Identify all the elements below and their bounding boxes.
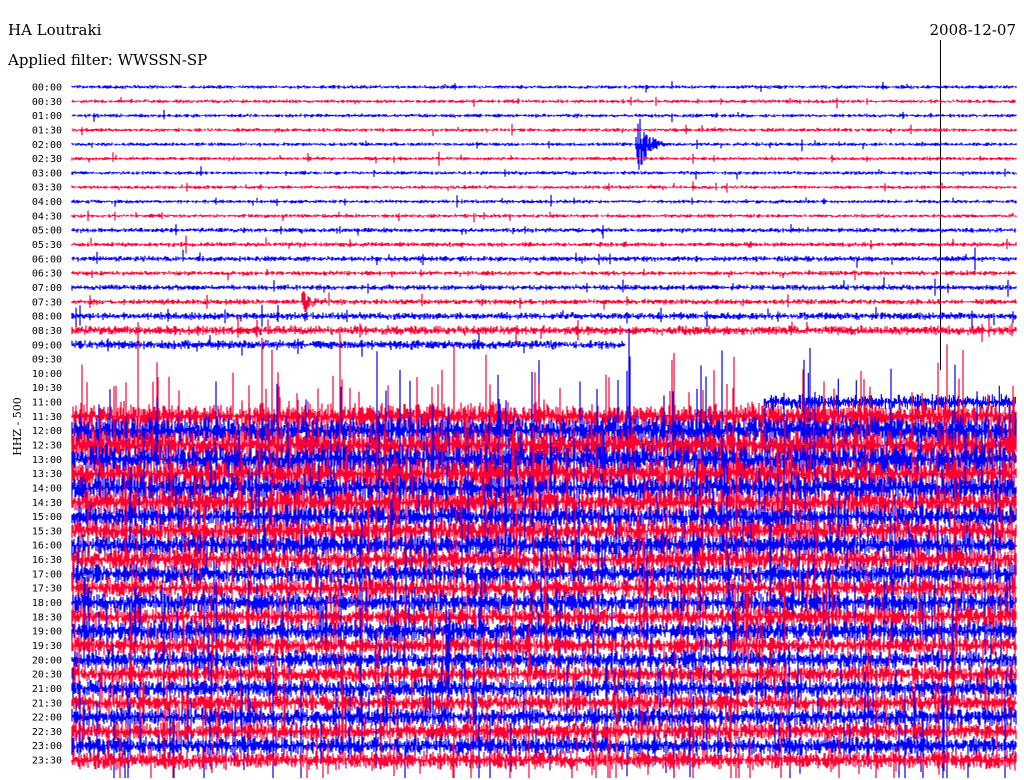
row-label: 21:00 bbox=[32, 684, 62, 695]
row-label: 16:30 bbox=[32, 555, 62, 566]
row-label: 15:30 bbox=[32, 526, 62, 537]
row-label: 05:00 bbox=[32, 226, 62, 237]
row-label: 11:30 bbox=[32, 412, 62, 423]
row-label: 08:30 bbox=[32, 326, 62, 337]
row-label: 01:00 bbox=[32, 111, 62, 122]
row-label: 00:30 bbox=[32, 97, 62, 108]
row-label: 04:00 bbox=[32, 197, 62, 208]
row-label: 22:30 bbox=[32, 727, 62, 738]
row-label: 18:00 bbox=[32, 598, 62, 609]
row-label: 19:00 bbox=[32, 627, 62, 638]
trace-0430 bbox=[71, 210, 1017, 223]
row-label: 05:30 bbox=[32, 240, 62, 251]
row-label: 04:30 bbox=[32, 211, 62, 222]
row-label: 22:00 bbox=[32, 713, 62, 724]
row-label: 23:00 bbox=[32, 741, 62, 752]
row-label: 03:30 bbox=[32, 183, 62, 194]
trace-0600 bbox=[71, 247, 1017, 271]
row-label: 03:00 bbox=[32, 168, 62, 179]
row-label: 11:00 bbox=[32, 398, 62, 409]
trace-0300 bbox=[71, 166, 1017, 180]
row-label: 19:30 bbox=[32, 641, 62, 652]
row-label: 23:30 bbox=[32, 756, 62, 767]
row-label: 16:00 bbox=[32, 541, 62, 552]
row-label: 13:00 bbox=[32, 455, 62, 466]
row-label: 00:00 bbox=[32, 83, 62, 94]
seismogram-traces: 00:00 00:30 01:00 01:30 02:00 02:30 03:00 03:30… bbox=[32, 40, 1017, 778]
row-label: 17:00 bbox=[32, 569, 62, 580]
row-label: 18:30 bbox=[32, 612, 62, 623]
row-label: 21:30 bbox=[32, 698, 62, 709]
helicorder-plot: HA Loutraki Applied filter: WWSSN-SP 200… bbox=[0, 0, 1024, 780]
row-label: 01:30 bbox=[32, 125, 62, 136]
row-label: 17:30 bbox=[32, 584, 62, 595]
row-label: 06:00 bbox=[32, 254, 62, 265]
row-label: 12:30 bbox=[32, 441, 62, 452]
row-label: 08:00 bbox=[32, 312, 62, 323]
row-label: 09:00 bbox=[32, 340, 62, 351]
trace-0130 bbox=[71, 124, 1017, 136]
trace-0900 bbox=[71, 332, 626, 357]
trace-0230 bbox=[71, 151, 1017, 166]
trace-0530 bbox=[71, 235, 1017, 254]
trace-0100 bbox=[71, 109, 1017, 123]
row-label: 20:00 bbox=[32, 655, 62, 666]
row-label: 07:30 bbox=[32, 297, 62, 308]
row-label: 13:30 bbox=[32, 469, 62, 480]
row-label: 15:00 bbox=[32, 512, 62, 523]
trace-0200 bbox=[71, 118, 1017, 170]
row-label: 14:30 bbox=[32, 498, 62, 509]
row-label: 02:30 bbox=[32, 154, 62, 165]
row-label: 09:30 bbox=[32, 355, 62, 366]
trace-0730 bbox=[71, 291, 1017, 313]
trace-0630 bbox=[71, 268, 1017, 281]
trace-0030 bbox=[71, 96, 1017, 109]
row-label: 02:00 bbox=[32, 140, 62, 151]
trace-0500 bbox=[71, 224, 1017, 239]
row-label: 10:00 bbox=[32, 369, 62, 380]
row-label: 06:30 bbox=[32, 269, 62, 280]
row-label: 14:00 bbox=[32, 483, 62, 494]
trace-0700 bbox=[71, 277, 1017, 297]
trace-0330 bbox=[71, 181, 1017, 193]
trace-0830 bbox=[71, 315, 1017, 344]
row-label: 20:30 bbox=[32, 670, 62, 681]
row-label: 07:00 bbox=[32, 283, 62, 294]
row-label: 10:30 bbox=[32, 383, 62, 394]
trace-0000 bbox=[71, 81, 1017, 93]
row-label: 12:00 bbox=[32, 426, 62, 437]
trace-0400 bbox=[71, 194, 1017, 208]
